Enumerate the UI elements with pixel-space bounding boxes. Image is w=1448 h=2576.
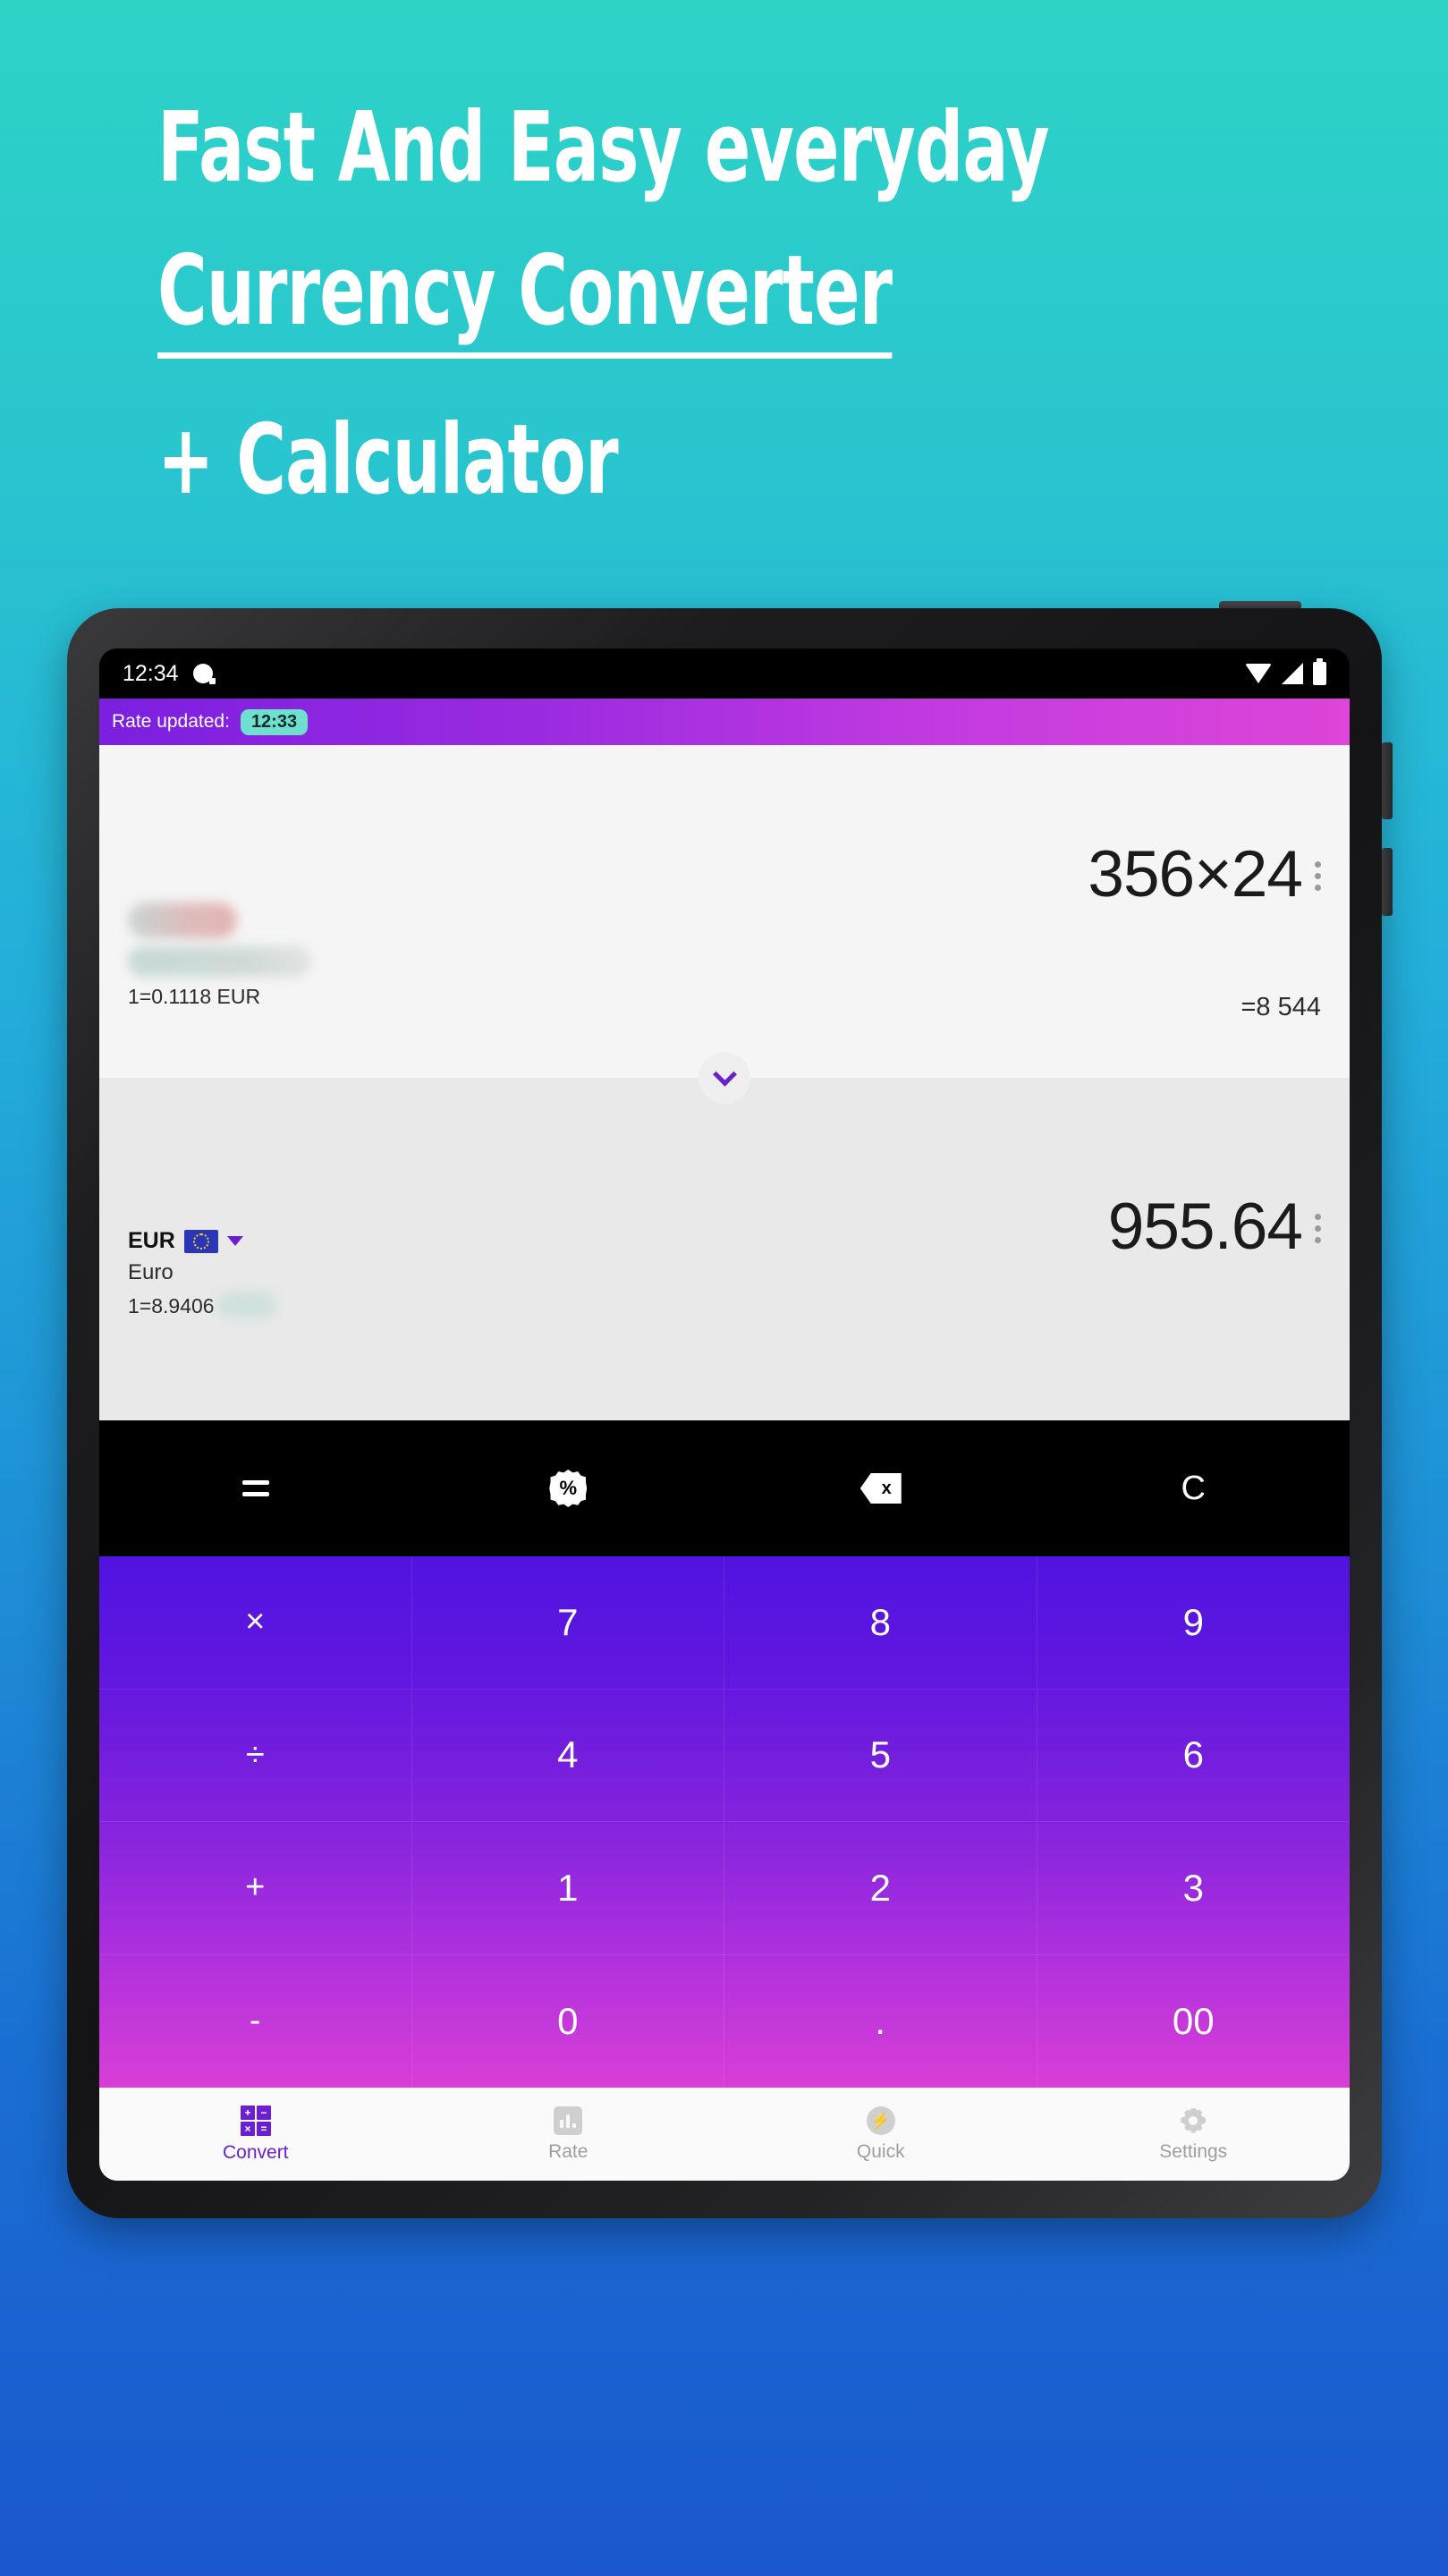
nav-label-settings: Settings	[1159, 2140, 1228, 2162]
target-currency-block[interactable]: EUR Euro 1=8.9406	[128, 1228, 276, 1318]
device-volume-button[interactable]	[1382, 742, 1393, 819]
equals-icon	[241, 1480, 269, 1496]
target-currency-pane[interactable]: 955.64 EUR Euro 1=8.9406	[99, 1052, 1350, 1420]
key-7[interactable]: 7	[411, 1556, 724, 1690]
source-currency-code-redacted	[128, 902, 237, 938]
lightning-bolt-icon: ⚡	[866, 2106, 895, 2135]
chevron-down-icon	[712, 1062, 737, 1087]
function-row: % x C	[99, 1420, 1350, 1556]
gear-icon	[1179, 2106, 1207, 2135]
clear-button[interactable]: C	[1037, 1420, 1351, 1556]
kebab-menu-icon[interactable]	[1315, 842, 1321, 891]
promo-line-3: + Calculator	[157, 404, 619, 516]
converter-section: 356×24 =8 544 1=0.1118 EUR 955.64 EUR Eu…	[99, 745, 1350, 1420]
target-currency-code: EUR	[128, 1228, 175, 1253]
status-bar: 12:34	[99, 648, 1350, 699]
promo-line-2: Currency Converter	[157, 243, 893, 359]
key-2[interactable]: 2	[724, 1822, 1037, 1955]
key-multiply[interactable]: ×	[99, 1556, 412, 1690]
key-divide[interactable]: ÷	[99, 1689, 412, 1822]
source-amount[interactable]: 356×24	[1088, 842, 1303, 907]
convert-glyph-minus: −	[256, 2105, 271, 2120]
promo-line-1: Fast And Easy everyday	[157, 92, 1050, 204]
key-4[interactable]: 4	[411, 1689, 724, 1822]
source-rate-note: 1=0.1118 EUR	[128, 985, 261, 1008]
nav-label-quick: Quick	[856, 2140, 905, 2162]
notification-icon	[192, 664, 216, 684]
rate-updated-label: Rate updated:	[112, 711, 230, 732]
target-currency-selector[interactable]: EUR	[128, 1228, 276, 1254]
equals-button[interactable]	[99, 1420, 412, 1556]
eu-flag-icon	[183, 1229, 218, 1253]
signal-icon	[1282, 663, 1303, 684]
backspace-icon: x	[859, 1473, 902, 1504]
key-9[interactable]: 9	[1037, 1556, 1350, 1690]
bottom-navigation-bar: + − × = Convert Rate ⚡ Quick Settings	[99, 2088, 1350, 2181]
target-rate-value: 1=8.9406	[128, 1294, 215, 1318]
key-8[interactable]: 8	[724, 1556, 1037, 1690]
convert-glyph-equals: =	[256, 2121, 271, 2136]
wifi-icon	[1245, 664, 1272, 683]
status-bar-clock: 12:34	[123, 660, 179, 686]
source-currency-pane[interactable]: 356×24 =8 544 1=0.1118 EUR	[99, 745, 1350, 1078]
convert-glyph-plus: +	[240, 2105, 255, 2120]
calculator-keypad: × 7 8 9 ÷ 4 5 6 + 1 2 3 - 0 . 00	[99, 1556, 1350, 2088]
battery-icon	[1313, 658, 1326, 685]
nav-item-quick[interactable]: ⚡ Quick	[724, 2088, 1037, 2181]
key-5[interactable]: 5	[724, 1689, 1037, 1822]
target-amount[interactable]: 955.64	[1108, 1194, 1303, 1259]
tablet-screen: 12:34 Rate updated: 12:33 356×24 =8 544	[99, 648, 1350, 2181]
source-amount-row: 356×24	[1088, 842, 1321, 907]
device-power-button[interactable]	[1382, 848, 1393, 916]
nav-label-rate: Rate	[548, 2140, 589, 2162]
backspace-button[interactable]: x	[724, 1420, 1037, 1556]
kebab-menu-icon[interactable]	[1315, 1194, 1321, 1243]
target-amount-row: 955.64	[1108, 1194, 1321, 1259]
percent-icon: %	[549, 1470, 588, 1507]
promo-headline: Fast And Easy everyday Currency Converte…	[157, 100, 1275, 509]
bar-chart-icon	[554, 2106, 583, 2135]
calculator-grid-icon: + − × =	[240, 2105, 271, 2136]
source-currency-name-redacted	[128, 946, 311, 977]
nav-item-settings[interactable]: Settings	[1037, 2088, 1351, 2181]
target-rate-note: 1=8.9406	[128, 1292, 276, 1318]
source-currency-block[interactable]: 1=0.1118 EUR	[128, 902, 311, 1009]
nav-item-convert[interactable]: + − × = Convert	[99, 2088, 412, 2181]
key-double-zero[interactable]: 00	[1037, 1955, 1351, 2089]
key-plus[interactable]: +	[99, 1822, 412, 1955]
key-minus[interactable]: -	[99, 1954, 412, 2088]
target-currency-name: Euro	[128, 1260, 174, 1284]
percent-button[interactable]: %	[412, 1420, 725, 1556]
caret-down-icon[interactable]	[226, 1236, 243, 1246]
key-decimal[interactable]: .	[724, 1954, 1037, 2088]
nav-label-convert: Convert	[222, 2141, 289, 2163]
app-bar: Rate updated: 12:33	[99, 699, 1350, 745]
status-bar-right	[1245, 658, 1326, 685]
source-result: =8 544	[1241, 993, 1321, 1021]
key-1[interactable]: 1	[411, 1822, 724, 1955]
target-rate-redacted	[216, 1292, 276, 1318]
status-bar-left: 12:34	[123, 660, 216, 687]
rate-updated-badge[interactable]: 12:33	[240, 708, 309, 735]
nav-item-rate[interactable]: Rate	[412, 2088, 725, 2181]
tablet-device-frame: 12:34 Rate updated: 12:33 356×24 =8 544	[67, 608, 1382, 2218]
key-6[interactable]: 6	[1037, 1690, 1350, 1822]
convert-glyph-times: ×	[240, 2121, 255, 2136]
key-0[interactable]: 0	[412, 1954, 724, 2088]
expand-currency-list-button[interactable]	[699, 1052, 750, 1104]
key-3[interactable]: 3	[1037, 1822, 1350, 1955]
